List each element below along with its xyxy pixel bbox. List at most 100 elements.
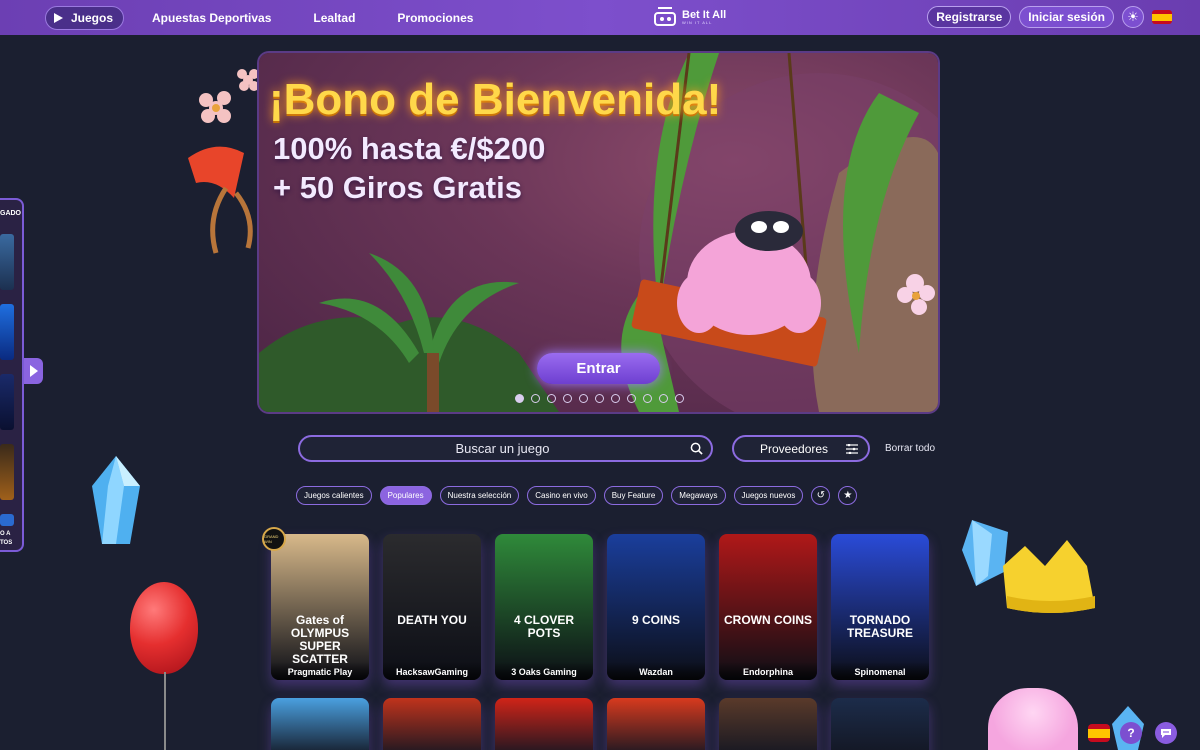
nav-loyalty[interactable]: Lealtad [299, 6, 369, 30]
decorative-flowers [188, 69, 259, 254]
game-artwork [383, 698, 481, 750]
nav-promotions[interactable]: Promociones [383, 6, 487, 30]
game-card[interactable]: 4 CLOVER POTS 3 Oaks Gaming [495, 534, 593, 680]
side-game-thumb[interactable] [0, 374, 14, 430]
banner-line-1: 100% hasta €/$200 [273, 131, 546, 166]
chip-new-games[interactable]: Juegos nuevos [733, 486, 804, 505]
decorative-crown [1003, 540, 1095, 613]
chip-our-selection[interactable]: Nuestra selección [439, 486, 520, 505]
game-artwork [607, 698, 705, 750]
top-header: Juegos Apuestas Deportivas Lealtad Promo… [0, 0, 1200, 35]
game-artwork [271, 698, 369, 750]
game-provider: Wazdan [607, 662, 705, 680]
carousel-dot[interactable] [515, 394, 524, 403]
game-card[interactable] [607, 698, 705, 750]
banner-subtitle: 100% hasta €/$200 + 50 Giros Gratis [273, 129, 545, 207]
game-card[interactable]: DEATH YOU HacksawGaming [383, 534, 481, 680]
game-artwork [607, 534, 705, 680]
game-provider: Endorphina [719, 662, 817, 680]
game-artwork [719, 698, 817, 750]
expand-arrow-icon [29, 365, 38, 377]
play-icon [54, 12, 63, 23]
game-card[interactable] [719, 698, 817, 750]
chip-popular[interactable]: Populares [379, 486, 432, 505]
carousel-dot[interactable] [531, 394, 540, 403]
chip-hot-games[interactable]: Juegos calientes [296, 486, 372, 505]
decorative-balloon [130, 582, 198, 674]
balloon-string [164, 672, 166, 750]
decorative-bunny [988, 688, 1078, 750]
logo-title: Bet It All [682, 8, 727, 21]
nav-games[interactable]: Juegos [45, 5, 125, 30]
game-card[interactable] [271, 698, 369, 750]
game-title-art: 4 CLOVER POTS [513, 613, 574, 640]
game-artwork [831, 698, 929, 750]
game-card[interactable] [383, 698, 481, 750]
game-card[interactable]: TORNADO TREASURE Spinomenal [831, 534, 929, 680]
welcome-bonus-banner[interactable]: ¡Bono de Bienvenida! 100% hasta €/$200 +… [259, 53, 938, 412]
chip-live-casino[interactable]: Casino en vivo [527, 486, 596, 505]
recent-games-side-panel: GADO O A TOS [0, 198, 24, 552]
nav-sports-betting[interactable]: Apuestas Deportivas [138, 6, 285, 30]
carousel-dots [515, 394, 684, 403]
logo-tagline: WIN IT ALL [682, 19, 713, 25]
game-card[interactable]: 9 COINS Wazdan [607, 534, 705, 680]
game-artwork [831, 534, 929, 680]
side-game-thumb[interactable] [0, 514, 14, 526]
game-artwork [719, 534, 817, 680]
login-button[interactable]: Iniciar sesión [1019, 6, 1114, 28]
clear-all-link[interactable]: Borrar todo [885, 443, 935, 454]
side-panel-toggle-button[interactable] [24, 358, 43, 384]
game-card[interactable] [495, 698, 593, 750]
carousel-dot[interactable] [659, 394, 668, 403]
category-chips: Juegos calientes Populares Nuestra selec… [296, 486, 858, 505]
game-search-input[interactable]: Buscar un juego [298, 435, 713, 462]
game-provider: Pragmatic Play [271, 662, 369, 680]
game-artwork [495, 698, 593, 750]
game-artwork [495, 534, 593, 680]
providers-dropdown[interactable]: Proveedores [732, 435, 870, 462]
carousel-dot[interactable] [643, 394, 652, 403]
carousel-dot[interactable] [627, 394, 636, 403]
theme-toggle-sun-icon[interactable]: ☀ [1122, 6, 1144, 28]
spain-flag-icon[interactable] [1152, 10, 1172, 24]
game-artwork [383, 534, 481, 680]
game-card[interactable] [831, 698, 929, 750]
carousel-dot[interactable] [547, 394, 556, 403]
game-card[interactable]: CROWN COINS Endorphina [719, 534, 817, 680]
brand-logo[interactable]: Bet It All WIN IT ALL [652, 6, 726, 28]
robot-logo-icon [652, 6, 678, 28]
carousel-dot[interactable] [563, 394, 572, 403]
carousel-dot[interactable] [595, 394, 604, 403]
history-icon[interactable]: ↺ [811, 486, 831, 505]
chip-megaways[interactable]: Megaways [671, 486, 726, 505]
banner-enter-button[interactable]: Entrar [537, 353, 660, 384]
search-icon[interactable] [690, 442, 703, 455]
help-button[interactable]: ? [1120, 722, 1142, 744]
game-title-art: TORNADO TREASURE [846, 613, 913, 640]
main-nav: Juegos Apuestas Deportivas Lealtad Promo… [45, 5, 501, 30]
register-button[interactable]: Registrarse [927, 6, 1012, 28]
game-provider: Spinomenal [831, 662, 929, 680]
providers-label: Proveedores [760, 441, 829, 456]
chat-icon[interactable] [1155, 722, 1177, 744]
side-panel-label: GADO [0, 210, 21, 217]
language-flag-icon[interactable] [1088, 724, 1110, 742]
carousel-dot[interactable] [611, 394, 620, 403]
grand-win-badge: GRAND WIN [262, 527, 286, 551]
banner-line-2: + 50 Giros Gratis [273, 170, 522, 205]
chip-buy-feature[interactable]: Buy Feature [603, 486, 664, 505]
game-title-art: Gates of OLYMPUS SUPER SCATTER [290, 613, 350, 666]
game-title-art: 9 COINS [631, 613, 680, 627]
side-game-thumb[interactable] [0, 444, 14, 500]
side-game-thumb[interactable] [0, 304, 14, 360]
carousel-dot[interactable] [579, 394, 588, 403]
game-provider: HacksawGaming [383, 662, 481, 680]
filter-icon [846, 444, 858, 454]
carousel-dot[interactable] [675, 394, 684, 403]
side-game-thumb[interactable] [0, 234, 14, 290]
nav-games-label: Juegos [71, 10, 114, 25]
banner-title: ¡Bono de Bienvenida! [269, 75, 722, 124]
star-icon[interactable]: ★ [838, 486, 858, 505]
game-card[interactable]: Gates of OLYMPUS SUPER SCATTER Pragmatic … [271, 534, 369, 680]
